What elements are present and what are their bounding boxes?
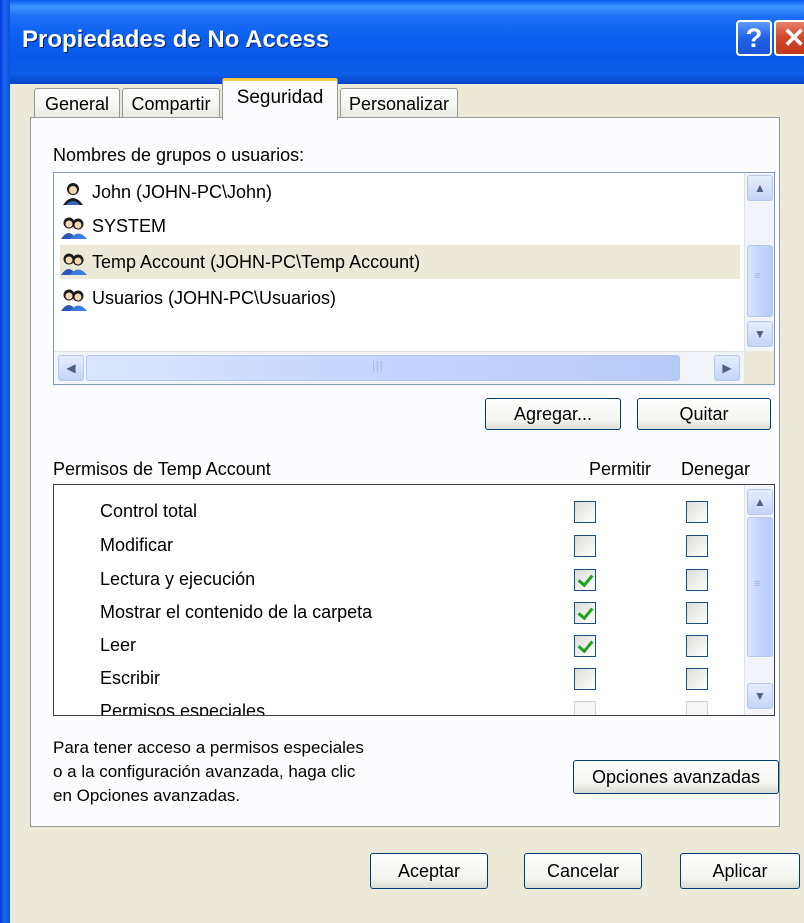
- tab-compartir[interactable]: Compartir: [122, 88, 220, 120]
- grip-icon: ≡: [754, 270, 762, 282]
- allow-leer-checkbox[interactable]: [574, 635, 596, 657]
- list-item-temp-account[interactable]: Temp Account (JOHN-PC\Temp Account): [60, 245, 740, 279]
- add-button[interactable]: Agregar...: [485, 398, 621, 430]
- permission-label: Lectura y ejecución: [100, 569, 256, 589]
- permissions-label: Permisos de Temp Account: [53, 459, 271, 479]
- scroll-up-icon[interactable]: ▲: [747, 175, 773, 201]
- deny-column-header: Denegar: [681, 459, 751, 479]
- advanced-options-button[interactable]: Opciones avanzadas: [573, 760, 779, 794]
- list-item-usuarios[interactable]: Usuarios (JOHN-PC\Usuarios): [60, 281, 740, 315]
- grip-icon: ≡: [754, 578, 762, 590]
- scroll-down-icon[interactable]: ▼: [747, 321, 773, 347]
- list-item-label: John (JOHN-PC\John): [92, 182, 273, 202]
- scroll-thumb[interactable]: ≡: [747, 245, 773, 317]
- group-icon: [61, 217, 87, 240]
- scroll-thumb[interactable]: |||: [86, 355, 680, 381]
- tab-general[interactable]: General: [34, 88, 120, 120]
- deny-lectura-ejecucion-checkbox[interactable]: [686, 569, 708, 591]
- title-bar[interactable]: Propiedades de No Access ? ✕: [0, 0, 804, 84]
- allow-permisos-especiales-checkbox[interactable]: [574, 701, 596, 715]
- permission-label: Permisos especiales: [100, 701, 266, 716]
- scrollbar-corner: [744, 351, 774, 384]
- apply-button[interactable]: Aplicar: [680, 853, 800, 889]
- deny-escribir-checkbox[interactable]: [686, 668, 708, 690]
- advanced-help-line3: en Opciones avanzadas.: [53, 786, 241, 805]
- permissions-vertical-scrollbar[interactable]: ▲ ≡ ▼: [744, 485, 774, 715]
- list-item-label: Usuarios (JOHN-PC\Usuarios): [92, 288, 337, 308]
- list-item-label: Temp Account (JOHN-PC\Temp Account): [92, 252, 421, 272]
- deny-permisos-especiales-checkbox[interactable]: [686, 701, 708, 715]
- properties-dialog: Propiedades de No Access ? ✕ General Com…: [0, 0, 804, 923]
- help-button[interactable]: ?: [736, 20, 772, 56]
- allow-lectura-ejecucion-checkbox[interactable]: [574, 569, 596, 591]
- tab-seguridad[interactable]: Seguridad: [222, 78, 338, 120]
- scroll-up-icon[interactable]: ▲: [747, 489, 773, 515]
- window-title: Propiedades de No Access: [22, 26, 330, 53]
- users-vertical-scrollbar[interactable]: ▲ ≡ ▼: [744, 173, 774, 351]
- group-icon: [61, 289, 87, 312]
- scroll-thumb[interactable]: ≡: [747, 517, 773, 657]
- advanced-help-line1: Para tener acceso a permisos especiales: [53, 738, 364, 757]
- allow-column-header: Permitir: [589, 459, 651, 479]
- deny-mostrar-contenido-checkbox[interactable]: [686, 602, 708, 624]
- permission-label: Control total: [100, 501, 198, 521]
- window-frame-left: [0, 0, 10, 923]
- tab-personalizar[interactable]: Personalizar: [340, 88, 458, 120]
- deny-control-total-checkbox[interactable]: [686, 501, 708, 523]
- scroll-down-icon[interactable]: ▼: [747, 683, 773, 709]
- advanced-help-line2: o a la configuración avanzada, haga clic: [53, 762, 356, 781]
- security-tab-panel: Nombres de grupos o usuarios: John (JOHN…: [30, 117, 780, 827]
- deny-modificar-checkbox[interactable]: [686, 535, 708, 557]
- permission-label: Leer: [100, 635, 137, 655]
- list-item-label: SYSTEM: [92, 216, 167, 236]
- users-listbox[interactable]: John (JOHN-PC\John) SYSTEM Temp Account …: [53, 172, 775, 385]
- permission-label: Escribir: [100, 668, 161, 688]
- deny-leer-checkbox[interactable]: [686, 635, 708, 657]
- user-icon: [63, 183, 83, 206]
- close-button[interactable]: ✕: [774, 20, 804, 56]
- group-icon: [61, 253, 87, 276]
- list-item-system[interactable]: SYSTEM: [60, 209, 740, 243]
- list-item-john[interactable]: John (JOHN-PC\John): [60, 175, 740, 209]
- grip-icon: |||: [372, 360, 384, 372]
- scroll-left-icon[interactable]: ◀: [58, 355, 84, 381]
- scroll-right-icon[interactable]: ▶: [714, 355, 740, 381]
- allow-mostrar-contenido-checkbox[interactable]: [574, 602, 596, 624]
- users-horizontal-scrollbar[interactable]: ◀ ||| ▶: [54, 351, 744, 384]
- permission-label: Mostrar el contenido de la carpeta: [100, 602, 373, 622]
- allow-escribir-checkbox[interactable]: [574, 668, 596, 690]
- allow-modificar-checkbox[interactable]: [574, 535, 596, 557]
- permission-label: Modificar: [100, 535, 174, 555]
- cancel-button[interactable]: Cancelar: [524, 853, 642, 889]
- allow-control-total-checkbox[interactable]: [574, 501, 596, 523]
- remove-button[interactable]: Quitar: [637, 398, 771, 430]
- users-label: Nombres de grupos o usuarios:: [53, 145, 305, 165]
- ok-button[interactable]: Aceptar: [370, 853, 488, 889]
- permissions-list: Control total Modificar Lectura y ejecuc…: [53, 484, 775, 716]
